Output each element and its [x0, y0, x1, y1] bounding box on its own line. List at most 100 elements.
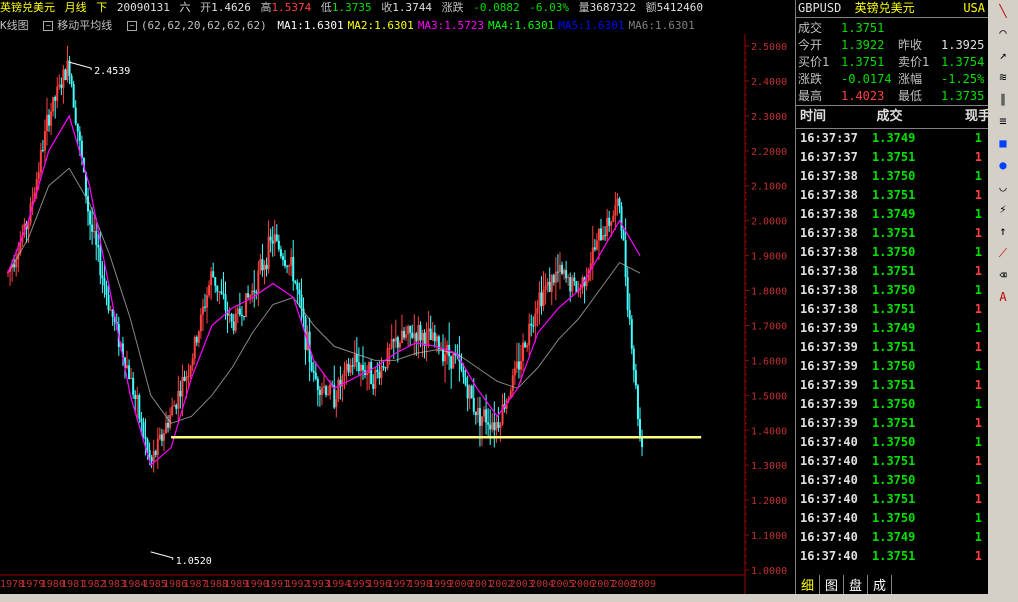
candle-body: [13, 264, 16, 268]
candle-body: [128, 365, 131, 379]
candle-body: [288, 265, 291, 267]
tick-row: 16:37:37 1.3749 1: [796, 129, 989, 148]
period-label[interactable]: 月线: [65, 1, 87, 14]
candle-body: [48, 114, 51, 126]
candle-body: [50, 111, 53, 126]
candle-body: [171, 406, 174, 415]
channel-tool-icon[interactable]: ≋: [988, 66, 1018, 88]
tick-time: 16:37:40: [800, 435, 858, 449]
rect-tool-icon[interactable]: ■: [988, 132, 1018, 154]
candlestick-chart[interactable]: 2.5000 2.4000 2.3000 2.2000 2.1000 2.0000 1.90…: [0, 34, 795, 594]
y-tick-label: 1.1000: [751, 531, 787, 542]
candle-body: [148, 450, 151, 458]
arc-tool-icon[interactable]: ◠: [988, 22, 1018, 44]
candle-body: [41, 149, 44, 151]
instrument-name[interactable]: 英镑兑美元: [0, 1, 55, 14]
candle-body: [480, 416, 483, 426]
candle-body: [279, 249, 282, 257]
tick-row: 16:37:40 1.3751 1: [796, 547, 989, 566]
candle-body: [199, 314, 202, 332]
tick-volume: 1: [974, 511, 982, 525]
tick-row: 16:37:40 1.3749 1: [796, 528, 989, 547]
close-label: 收: [381, 1, 393, 14]
tick-time: 16:37:40: [800, 511, 858, 525]
candle-body: [64, 69, 67, 81]
line-tool-icon[interactable]: ╲: [988, 0, 1018, 22]
candle-body: [417, 324, 420, 342]
candle-body: [470, 385, 473, 399]
candle-body: [228, 314, 231, 316]
candle-body: [593, 247, 596, 250]
fib-tool-icon[interactable]: ≡: [988, 110, 1018, 132]
candle-body: [485, 409, 488, 423]
candle-body: [66, 60, 69, 81]
text-tool-icon[interactable]: A: [988, 286, 1018, 308]
candle-body: [173, 404, 176, 407]
bar-date: 20090131: [116, 1, 170, 14]
candle-body: [634, 370, 637, 386]
candle-body: [107, 294, 110, 311]
candle-body: [277, 240, 280, 250]
tick-row: 16:37:38 1.3750 1: [796, 281, 989, 300]
candle-body: [396, 337, 399, 348]
candle-body: [187, 375, 190, 377]
kline-indicator[interactable]: K线图: [0, 19, 33, 32]
candle-body: [548, 281, 551, 292]
quote-label: 成交: [798, 21, 823, 35]
candle-body: [604, 235, 607, 237]
candle-body: [89, 211, 92, 225]
gann-tool-icon[interactable]: ⚡: [988, 198, 1018, 220]
ellipse-tool-icon[interactable]: ●: [988, 154, 1018, 176]
parallel-tool-icon[interactable]: ∥: [988, 88, 1018, 110]
candle-body: [606, 217, 609, 236]
candle-body: [136, 395, 139, 400]
candle-body: [464, 377, 467, 385]
tick-volume: 1: [974, 378, 982, 392]
cycle-tool-icon[interactable]: ◡: [988, 176, 1018, 198]
arrow-up-tool-icon[interactable]: ↑: [988, 220, 1018, 242]
candle-body: [427, 328, 430, 332]
erase-tool-icon[interactable]: ⌫: [988, 264, 1018, 286]
panel-tab-1[interactable]: 图: [820, 575, 845, 594]
candle-body: [641, 437, 644, 447]
ma-params: (62,62,20,62,62,62): [140, 19, 267, 32]
ray-tool-icon[interactable]: ↗: [988, 44, 1018, 66]
candle-body: [257, 270, 260, 294]
tick-volume: 1: [974, 492, 982, 506]
tick-price: 1.3750: [872, 245, 916, 259]
panel-tabs: 细图盘成: [796, 575, 988, 594]
candle-body: [561, 264, 564, 274]
candle-body: [380, 366, 383, 379]
tick-row: 16:37:39 1.3749 1: [796, 319, 989, 338]
candle-body: [185, 376, 188, 381]
candle-body: [154, 451, 157, 455]
candle-body: [462, 369, 465, 378]
y-tick-label: 2.2000: [751, 147, 787, 158]
tick-volume: 1: [974, 416, 982, 430]
candle-body: [74, 107, 77, 124]
status-bar: [0, 594, 1018, 602]
candle-body: [240, 314, 243, 317]
candle-body: [522, 342, 525, 361]
candle-body: [519, 360, 522, 370]
candle-body: [232, 321, 235, 331]
panel-tab-0[interactable]: 细: [796, 575, 821, 594]
candle-body: [554, 271, 557, 283]
ma-indicator[interactable]: − 移动平均线: [43, 19, 116, 32]
panel-tab-3[interactable]: 成: [868, 575, 893, 594]
candle-body: [478, 408, 481, 426]
panel-tab-2[interactable]: 盘: [844, 575, 869, 594]
candle-body: [39, 149, 42, 173]
speed-tool-icon[interactable]: ⟋: [988, 242, 1018, 264]
candle-body: [353, 354, 356, 367]
candle-body: [329, 384, 332, 395]
candle-body: [600, 228, 603, 241]
ma-value-4: MA4:1.6301: [488, 19, 555, 32]
candle-body: [544, 285, 547, 290]
tick-price: 1.3750: [872, 473, 916, 487]
collapse-box-icon[interactable]: −: [43, 21, 54, 31]
ma-value-2: MA2:1.6301: [347, 19, 414, 32]
collapse-box-icon[interactable]: −: [126, 21, 137, 31]
tick-volume: 1: [974, 188, 982, 202]
candle-body: [37, 172, 40, 179]
